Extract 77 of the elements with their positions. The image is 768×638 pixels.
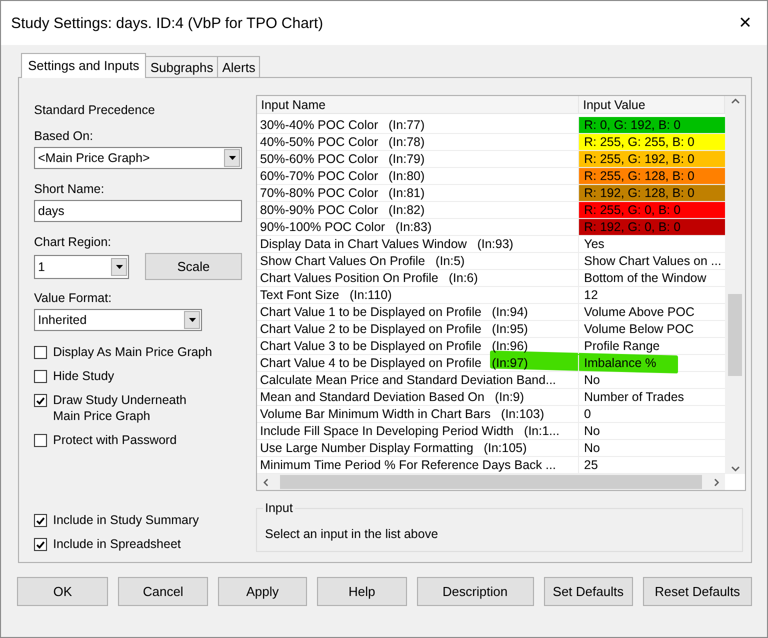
dialog-button[interactable]: Help: [317, 577, 407, 606]
checkbox[interactable]: [34, 434, 47, 447]
dialog-button[interactable]: Apply: [218, 577, 308, 606]
input-name-cell[interactable]: Use Large Number Display Formatting (In:105): [257, 440, 579, 456]
input-name-cell[interactable]: Text Font Size (In:110): [257, 287, 579, 303]
tab[interactable]: Alerts: [217, 56, 260, 78]
field-label: Chart Region:: [34, 235, 112, 249]
column-header[interactable]: Input Name: [257, 96, 579, 113]
checkbox[interactable]: [34, 370, 47, 383]
scroll-up-icon[interactable]: [730, 98, 740, 104]
input-value-cell[interactable]: R: 255, G: 0, B: 0: [579, 202, 725, 218]
checkbox-label: Include in Spreadsheet: [53, 536, 181, 552]
tab[interactable]: Subgraphs: [145, 56, 218, 78]
checkbox-label: Protect with Password: [53, 432, 177, 448]
value-format-dropdown[interactable]: Inherited: [34, 309, 202, 331]
group-title: Input: [263, 501, 295, 515]
input-value-cell[interactable]: Bottom of the Window: [579, 270, 725, 286]
input-name-cell[interactable]: Chart Value 1 to be Displayed on Profile (In:94): [257, 304, 579, 320]
dialog-button[interactable]: Description: [416, 577, 534, 606]
input-name-cell[interactable]: Minimum Time Period % For Reference Days Back ...: [257, 457, 579, 473]
input-value-cell[interactable]: Volume Below POC: [579, 321, 725, 337]
input-value-cell[interactable]: Number of Trades: [579, 389, 725, 405]
input-name-cell[interactable]: Mean and Standard Deviation Based On (In:9): [257, 389, 579, 405]
input-name-cell[interactable]: Chart Value 4 to be Displayed on Profile (In:97): [257, 355, 579, 371]
dialog-button[interactable]: Set Defaults: [544, 577, 633, 606]
field-label: Short Name:: [34, 182, 106, 196]
checkbox[interactable]: [34, 514, 47, 527]
input-name-cell[interactable]: Volume Bar Minimum Width in Chart Bars (In:103): [257, 406, 579, 422]
column-header[interactable]: Input Value: [579, 96, 725, 113]
scroll-down-icon[interactable]: [730, 466, 740, 472]
dialog-button[interactable]: Reset Defaults: [642, 577, 752, 606]
based-on-dropdown[interactable]: <Main Price Graph>: [34, 147, 242, 169]
checkbox-label: Hide Study: [53, 368, 114, 384]
input-value-cell[interactable]: 0: [579, 406, 725, 422]
input-name-cell[interactable]: Show Chart Values On Profile (In:5): [257, 253, 579, 269]
input-value-cell[interactable]: R: 255, G: 192, B: 0: [579, 151, 725, 167]
input-value-cell[interactable]: Profile Range: [579, 338, 725, 354]
checkbox-label: Draw Study Underneath Main Price Graph: [53, 392, 188, 424]
window-title: Study Settings: days. ID:4 (VbP for TPO Chart): [11, 14, 324, 32]
input-value-cell[interactable]: R: 0, G: 192, B: 0: [579, 117, 725, 133]
input-description: Select an input in the list above: [265, 527, 438, 541]
tab[interactable]: Settings and Inputs: [21, 53, 146, 78]
input-name-cell[interactable]: Calculate Mean Price and Standard Deviation Band...: [257, 372, 579, 388]
scrollbar-thumb[interactable]: [728, 294, 742, 376]
scrollbar-thumb[interactable]: [280, 475, 702, 489]
precedence-label: Standard Precedence: [34, 103, 156, 117]
input-value-cell[interactable]: 12: [579, 287, 725, 303]
checkbox[interactable]: [34, 394, 47, 407]
field-label: Value Format:: [34, 291, 113, 305]
input-value-cell[interactable]: R: 255, G: 128, B: 0: [579, 168, 725, 184]
dialog-button[interactable]: Cancel: [118, 577, 208, 606]
input-value-cell[interactable]: 25: [579, 457, 725, 473]
input-value-cell[interactable]: R: 255, G: 255, B: 0: [579, 134, 725, 150]
checkbox-label: Display As Main Price Graph: [53, 344, 212, 360]
input-name-cell[interactable]: Display Data in Chart Values Window (In:93): [257, 236, 579, 252]
input-value-cell[interactable]: R: 192, G: 128, B: 0: [579, 185, 725, 201]
dialog-button[interactable]: OK: [17, 577, 108, 606]
checkbox[interactable]: [34, 538, 47, 551]
input-value-cell[interactable]: No: [579, 372, 725, 388]
checkbox[interactable]: [34, 346, 47, 359]
input-name-cell[interactable]: Chart Values Position On Profile (In:6): [257, 270, 579, 286]
checkbox-label: Include in Study Summary: [53, 512, 199, 528]
input-value-cell[interactable]: No: [579, 423, 725, 439]
chart-region-dropdown[interactable]: 1: [34, 255, 129, 279]
input-value-cell[interactable]: No: [579, 440, 725, 456]
input-value-cell[interactable]: Volume Above POC: [579, 304, 725, 320]
input-value-cell[interactable]: Imbalance %: [579, 355, 725, 371]
close-button[interactable]: ✕: [723, 13, 767, 33]
field-label: Based On:: [34, 129, 94, 143]
input-name-cell[interactable]: Chart Value 2 to be Displayed on Profile (In:95): [257, 321, 579, 337]
scroll-left-icon[interactable]: [263, 478, 268, 486]
input-name-cell[interactable]: Include Fill Space In Developing Period Width (In:1...: [257, 423, 579, 439]
short-name-field[interactable]: days: [34, 200, 242, 222]
input-value-cell[interactable]: Show Chart Values on ...: [579, 253, 725, 269]
scroll-right-icon[interactable]: [714, 478, 719, 486]
input-value-cell[interactable]: Yes: [579, 236, 725, 252]
scale-button[interactable]: Scale: [145, 253, 242, 280]
